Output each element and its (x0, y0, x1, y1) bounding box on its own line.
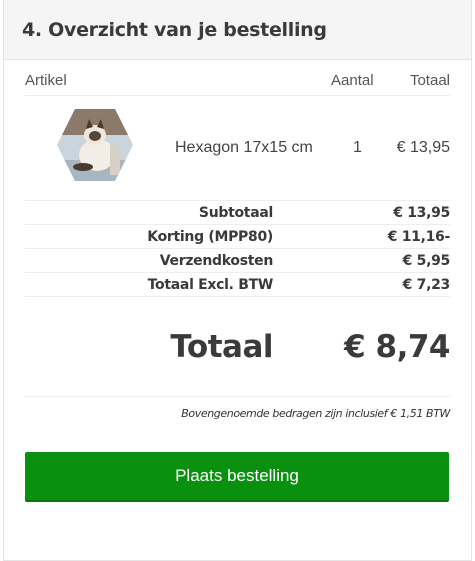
panel-header: 4. Overzicht van je bestelling (4, 0, 471, 60)
vat-note: Bovengenoemde bedragen zijn inclusief € … (181, 407, 450, 420)
column-header-article: Artikel (25, 72, 67, 89)
excl-vat-value: € 7,23 (402, 277, 451, 293)
column-header-total: Totaal (409, 72, 450, 89)
summary-row-shipping: Verzendkosten € 5,95 (25, 249, 450, 273)
summary-row-excl-vat: Totaal Excl. BTW € 7,23 (25, 273, 450, 297)
place-order-button[interactable]: Plaats bestelling (25, 452, 449, 502)
excl-vat-label: Totaal Excl. BTW (147, 277, 274, 293)
item-name: Hexagon 17x15 cm (175, 139, 313, 156)
product-thumbnail (26, 98, 163, 192)
discount-label: Korting (MPP80) (147, 229, 273, 245)
summary-rows: Subtotaal € 13,95 Korting (MPP80) € 11,1… (25, 201, 450, 297)
subtotal-value: € 13,95 (393, 205, 450, 221)
table-row: Hexagon 17x15 cm 1 € 13,95 (25, 96, 450, 201)
subtotal-label: Subtotaal (198, 205, 273, 221)
grand-total-label: Totaal (170, 329, 273, 365)
order-overview-panel: 4. Overzicht van je bestelling Artikel A… (3, 0, 472, 561)
section-title: 4. Overzicht van je bestelling (22, 18, 327, 41)
item-quantity: 1 (353, 139, 362, 156)
grand-total-value: € 8,74 (344, 329, 450, 365)
grand-total-row: Totaal € 8,74 (25, 297, 450, 397)
discount-value: € 11,16- (387, 229, 451, 245)
shipping-label: Verzendkosten (159, 253, 274, 269)
column-header-quantity: Aantal (331, 72, 374, 89)
shipping-value: € 5,95 (402, 253, 451, 269)
item-price: € 13,95 (396, 139, 450, 156)
summary-row-subtotal: Subtotaal € 13,95 (25, 201, 450, 225)
summary-row-discount: Korting (MPP80) € 11,16- (25, 225, 450, 249)
hexagon-cat-photo-icon (56, 109, 133, 181)
order-body: Artikel Aantal Totaal Hexagon 17x15 cm 1… (4, 60, 471, 502)
table-header: Artikel Aantal Totaal (25, 60, 450, 96)
